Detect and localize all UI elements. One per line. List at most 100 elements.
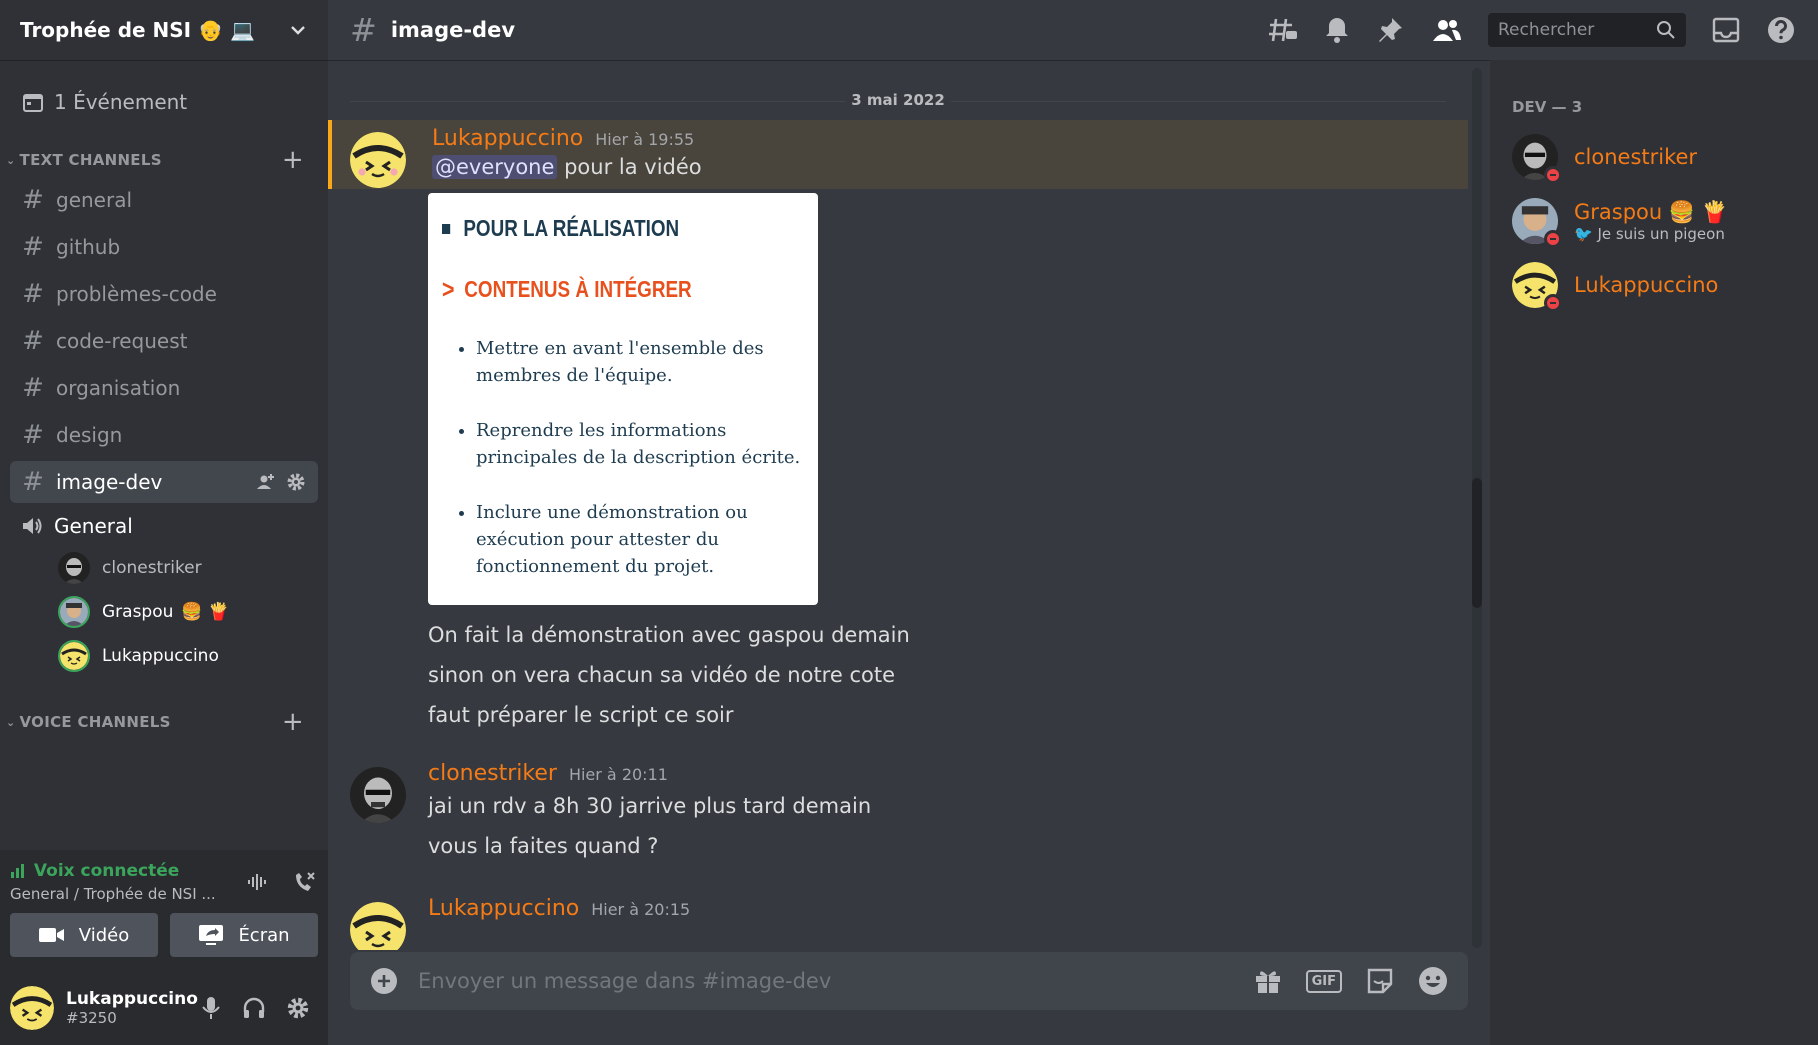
screen-label: Écran	[238, 924, 290, 946]
dnd-status-icon	[1544, 166, 1562, 184]
help-icon[interactable]	[1766, 15, 1796, 45]
disconnect-icon[interactable]	[292, 869, 318, 895]
channel-header: # image-dev Rechercher	[328, 0, 1818, 60]
message[interactable]: Lukappuccino Hier à 19:55 @everyone pour…	[328, 120, 1468, 189]
avatar[interactable]	[350, 767, 406, 823]
avatar	[1512, 198, 1562, 248]
scrollbar-thumb[interactable]	[1472, 478, 1482, 608]
avatar[interactable]	[10, 985, 54, 1030]
channel-label: problèmes-code	[56, 282, 217, 306]
member-item[interactable]: Lukappuccino	[1506, 256, 1802, 314]
message-continuation[interactable]: POUR LA RÉALISATION > CONTENUS À INTÉGRER…	[328, 193, 1468, 741]
hash-icon: #	[22, 420, 44, 450]
voice-status-label: Voix connectée	[33, 861, 180, 881]
avatar[interactable]	[350, 132, 406, 188]
voice-channel-general[interactable]: General	[10, 506, 318, 546]
add-channel-icon[interactable]: +	[282, 707, 304, 737]
voice-channel-label: General	[54, 514, 133, 538]
avatar	[58, 640, 90, 672]
channel-github[interactable]: # github	[10, 226, 318, 268]
threads-icon[interactable]	[1268, 16, 1298, 44]
message-author[interactable]: clonestriker	[428, 761, 557, 786]
gear-icon[interactable]	[286, 996, 310, 1020]
member-name: Graspou 🍔 🍟	[1574, 199, 1728, 224]
voice-status[interactable]: Voix connectée	[10, 861, 216, 881]
member-name: Lukappuccino	[1574, 273, 1719, 297]
channel-image-dev[interactable]: # image-dev	[10, 461, 318, 503]
user-tag: #3250	[66, 1008, 117, 1027]
members-icon[interactable]	[1430, 17, 1462, 43]
channel-design[interactable]: # design	[10, 414, 318, 456]
hash-icon: #	[22, 232, 44, 262]
message[interactable]: clonestriker Hier à 20:11 jai un rdv a 8…	[328, 755, 1468, 872]
message-author[interactable]: Lukappuccino	[428, 896, 579, 921]
emoji-icon[interactable]	[1418, 966, 1448, 996]
user-emoji: 🍔 🍟	[181, 602, 230, 622]
attachment-heading-2: CONTENUS À INTÉGRER	[464, 276, 692, 302]
channel-sidebar: Trophée de NSI 👴 💻 1 Événement ⌄ TEXT CH…	[0, 0, 328, 1045]
events-link[interactable]: 1 Événement	[8, 80, 320, 124]
sticker-icon[interactable]	[1366, 967, 1394, 995]
headphones-icon[interactable]	[242, 996, 266, 1020]
voice-user[interactable]: Graspou 🍔 🍟	[0, 590, 328, 634]
member-name: clonestriker	[1574, 145, 1698, 169]
microphone-icon[interactable]	[200, 996, 222, 1020]
inbox-icon[interactable]	[1712, 17, 1740, 43]
voice-user[interactable]: Lukappuccino	[0, 634, 328, 678]
mention-everyone[interactable]: @everyone	[432, 155, 558, 179]
gif-button[interactable]: GIF	[1305, 969, 1342, 993]
video-label: Vidéo	[78, 924, 130, 946]
add-channel-icon[interactable]: +	[282, 145, 304, 175]
message[interactable]: Lukappuccino Hier à 20:15	[328, 890, 1468, 950]
avatar[interactable]	[350, 902, 406, 950]
message-author[interactable]: Lukappuccino	[432, 126, 583, 151]
attachment-heading-1: POUR LA RÉALISATION	[463, 215, 680, 241]
server-header[interactable]: Trophée de NSI 👴 💻	[0, 0, 328, 60]
message-composer[interactable]: Envoyer un message dans #image-dev GIF	[350, 952, 1468, 1010]
gift-icon[interactable]	[1254, 967, 1282, 995]
channel-label: github	[56, 235, 121, 259]
camera-icon	[38, 928, 64, 942]
screen-share-icon	[199, 925, 224, 945]
chevron-down-icon: ⌄	[6, 715, 16, 729]
notification-bell-icon[interactable]	[1324, 16, 1350, 44]
attachment-bullet: Mettre en avant l'ensemble des membres d…	[476, 335, 808, 389]
avatar	[1512, 262, 1562, 312]
noise-suppression-icon[interactable]	[246, 870, 270, 894]
pin-icon[interactable]	[1376, 16, 1404, 44]
text-channels-category[interactable]: ⌄ TEXT CHANNELS +	[0, 145, 328, 175]
scrollbar[interactable]	[1472, 68, 1482, 948]
hash-icon: #	[22, 185, 44, 215]
channel-general[interactable]: # general	[10, 179, 318, 221]
attach-plus-icon[interactable]	[370, 967, 398, 995]
category-label: TEXT CHANNELS	[19, 151, 162, 169]
screen-share-button[interactable]: Écran	[170, 913, 318, 957]
member-item[interactable]: Graspou 🍔 🍟 🐦 Je suis un pigeon	[1506, 192, 1802, 250]
voice-user[interactable]: clonestriker	[0, 546, 328, 590]
channel-label: general	[56, 188, 133, 212]
dnd-status-icon	[1544, 294, 1562, 312]
username: Lukappuccino	[66, 988, 198, 1009]
channel-code-request[interactable]: # code-request	[10, 320, 318, 362]
channel-problemes-code[interactable]: # problèmes-code	[10, 273, 318, 315]
server-name: Trophée de NSI 👴 💻	[20, 18, 255, 42]
chevron-down-icon	[291, 26, 305, 35]
chevron-down-icon: ⌄	[6, 153, 16, 167]
video-button[interactable]: Vidéo	[10, 913, 158, 957]
gear-icon[interactable]	[286, 472, 306, 492]
search-placeholder: Rechercher	[1498, 20, 1595, 40]
message-timestamp: Hier à 20:15	[591, 900, 691, 919]
image-attachment[interactable]: POUR LA RÉALISATION > CONTENUS À INTÉGRER…	[428, 193, 818, 605]
attachment-bullet: Inclure une démonstration ou exécution p…	[476, 499, 808, 580]
invite-icon[interactable]	[256, 472, 276, 492]
member-item[interactable]: clonestriker	[1506, 128, 1802, 186]
voice-location[interactable]: General / Trophée de NSI ...	[10, 885, 216, 903]
voice-user-name: Lukappuccino	[102, 646, 219, 666]
search-input[interactable]: Rechercher	[1488, 13, 1686, 47]
channel-organisation[interactable]: # organisation	[10, 367, 318, 409]
message-list[interactable]: 3 mai 2022 Lukappuccino Hier à 19:55 @ev…	[328, 60, 1468, 950]
voice-channels-category[interactable]: ⌄ VOICE CHANNELS +	[0, 707, 328, 737]
hash-icon: #	[22, 373, 44, 403]
hash-icon: #	[22, 326, 44, 356]
speaker-icon	[23, 518, 42, 534]
